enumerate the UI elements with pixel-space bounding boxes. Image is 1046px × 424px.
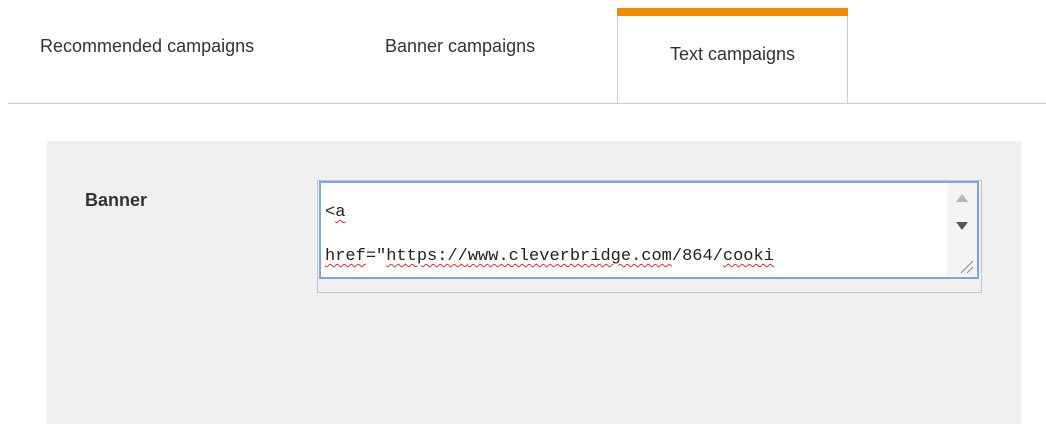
tab-bar-divider bbox=[8, 103, 1046, 104]
scroll-up-button[interactable] bbox=[947, 187, 977, 209]
code-url-scheme: https:// bbox=[386, 247, 468, 266]
tab-bar: Recommended campaigns Banner campaigns T… bbox=[8, 8, 1046, 104]
code-url-path: /864/ bbox=[671, 247, 723, 266]
active-tab-indicator bbox=[617, 8, 848, 16]
code-attr-equals: =" bbox=[365, 247, 387, 266]
resize-grip-icon bbox=[960, 260, 974, 274]
code-url-domain: www.cleverbridge.com bbox=[467, 247, 672, 266]
banner-field-label: Banner bbox=[85, 190, 148, 210]
banner-code-content: <a href="https://www.cleverbridge.com/86… bbox=[325, 191, 945, 277]
banner-code-textarea[interactable]: <a href="https://www.cleverbridge.com/86… bbox=[319, 181, 979, 279]
scroll-down-button[interactable] bbox=[947, 215, 977, 237]
code-attr-name: href bbox=[325, 247, 366, 266]
banner-settings-panel: Banner <a href="https://www.cleverbridge… bbox=[47, 141, 1021, 424]
tab-text-campaigns-label: Text campaigns bbox=[669, 44, 796, 64]
tab-banner-campaigns[interactable]: Banner campaigns bbox=[385, 36, 535, 57]
code-tag-open: < bbox=[325, 203, 336, 222]
banner-field-container: <a href="https://www.cleverbridge.com/86… bbox=[317, 180, 982, 293]
textarea-resize-handle[interactable] bbox=[957, 257, 975, 275]
tab-text-campaigns[interactable]: Text campaigns bbox=[617, 8, 848, 104]
triangle-down-icon bbox=[956, 222, 968, 230]
code-tag-name: a bbox=[335, 203, 346, 222]
triangle-up-icon bbox=[956, 194, 968, 202]
tab-recommended-campaigns[interactable]: Recommended campaigns bbox=[40, 36, 254, 57]
code-url-tail: cooki bbox=[722, 247, 774, 266]
